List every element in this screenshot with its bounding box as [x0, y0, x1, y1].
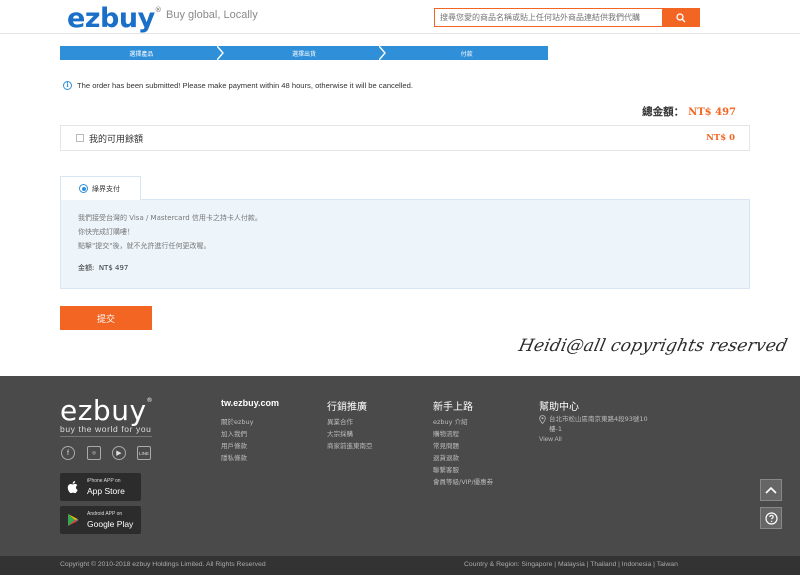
footer-logo[interactable]: ezbuy® [60, 394, 153, 427]
step-arrow [379, 46, 387, 60]
submit-button[interactable]: 提交 [60, 306, 152, 330]
office-address: 台北市松山區南京東路4段93號10樓-1 [549, 415, 648, 433]
help-icon [764, 511, 778, 525]
step-arrow [216, 46, 224, 60]
store-name: Google Play [87, 519, 134, 529]
store-caption: Android APP on [87, 511, 123, 517]
payment-radio[interactable] [79, 184, 88, 193]
checkout-steps: 選擇產品 選擇出貨 付款 [60, 46, 549, 60]
view-all-link[interactable]: View All [539, 436, 562, 443]
footer-link[interactable]: 購物流程 [433, 428, 459, 438]
total-amount: NT$ 497 [688, 107, 736, 118]
footer-link[interactable]: 用戶條款 [221, 440, 247, 450]
search-icon [675, 12, 685, 22]
country-region-links[interactable]: Country & Region: Singapore | Malaysia |… [464, 561, 678, 568]
payment-method-tab[interactable]: 綠界支付 [60, 176, 141, 200]
facebook-icon[interactable]: f [61, 446, 75, 460]
footer-col-title: 幫助中心 [539, 402, 579, 413]
tagline: Buy global, Locally [166, 9, 258, 21]
footer-link[interactable]: 異業合作 [327, 416, 353, 426]
footer-link[interactable]: 退貨退款 [433, 452, 459, 462]
order-notice: i The order has been submitted! Please m… [63, 81, 413, 90]
ezbuy-logo[interactable]: ezbuy® [67, 3, 162, 34]
footer-link[interactable]: ezbuy 介紹 [433, 416, 468, 426]
payment-amount: 金額: NT$ 497 [78, 264, 129, 272]
payment-panel: 我們接受台灣的 Visa / Mastercard 信用卡之持卡人付款。 你快完… [60, 199, 750, 289]
store-caption: iPhone APP on [87, 478, 121, 484]
search-button[interactable] [662, 9, 699, 26]
step-payment: 付款 [385, 46, 549, 60]
google-play-button[interactable]: Android APP on Google Play [60, 506, 141, 534]
footer-link[interactable]: 會員等級/VIP/優惠券 [433, 476, 493, 486]
instagram-icon[interactable]: ◎ [87, 446, 101, 460]
location-pin-icon [539, 415, 546, 424]
step-select-shipping: 選擇出貨 [222, 46, 387, 60]
apple-icon [67, 481, 78, 494]
copyright-watermark: Heidi@all copyrights reserved [516, 336, 790, 356]
store-name: App Store [87, 486, 125, 496]
footer-link[interactable]: 商家前進東南亞 [327, 440, 373, 450]
order-total: 總金額： NT$ 497 [642, 104, 736, 119]
search-bar [434, 8, 700, 27]
payment-info-line: 點擊"提交"後，就不允許進行任何更改喔。 [78, 242, 211, 250]
chevron-up-icon [765, 486, 777, 494]
notice-text: The order has been submitted! Please mak… [77, 81, 413, 90]
footer-slogan: buy the world for you [60, 424, 152, 434]
footer-col-title[interactable]: tw.ezbuy.com [221, 398, 279, 408]
search-input[interactable] [435, 9, 663, 26]
info-icon: i [63, 81, 72, 90]
footer-col-title: 新手上路 [433, 402, 473, 413]
use-balance-checkbox[interactable] [76, 134, 84, 142]
youtube-icon[interactable]: ▶ [112, 446, 126, 460]
balance-label: 我的可用餘額 [89, 135, 144, 145]
payment-method-label: 綠界支付 [92, 185, 120, 193]
help-button[interactable] [760, 507, 782, 529]
google-play-icon [68, 514, 78, 526]
site-footer: ezbuy® buy the world for you f ◎ ▶ LINE … [0, 376, 800, 556]
site-header: ezbuy® Buy global, Locally [0, 0, 800, 34]
total-label: 總金額： [642, 106, 685, 118]
payment-info-line: 我們接受台灣的 Visa / Mastercard 信用卡之持卡人付款。 [78, 214, 262, 222]
footer-link[interactable]: 隱私條款 [221, 452, 247, 462]
app-store-button[interactable]: iPhone APP on App Store [60, 473, 141, 501]
available-balance-row: 我的可用餘額 NT$ 0 [60, 125, 750, 151]
footer-link[interactable]: 加入我們 [221, 428, 247, 438]
footer-link[interactable]: 大宗採購 [327, 428, 353, 438]
footer-col-title: 行銷推廣 [327, 402, 367, 413]
line-icon[interactable]: LINE [137, 446, 151, 460]
footer-bottom-bar: Copyright © 2010-2018 ezbuy Holdings Lim… [0, 556, 800, 575]
payment-info-line: 你快完成訂購嘍！ [78, 228, 134, 236]
copyright-text: Copyright © 2010-2018 ezbuy Holdings Lim… [60, 561, 266, 568]
balance-amount: NT$ 0 [706, 133, 735, 143]
back-to-top-button[interactable] [760, 479, 782, 501]
footer-link[interactable]: 聯繫客服 [433, 464, 459, 474]
footer-divider [60, 436, 152, 437]
footer-link[interactable]: 關於ezbuy [221, 416, 254, 426]
footer-link[interactable]: 常見問題 [433, 440, 459, 450]
step-select-product: 選擇產品 [60, 46, 224, 60]
